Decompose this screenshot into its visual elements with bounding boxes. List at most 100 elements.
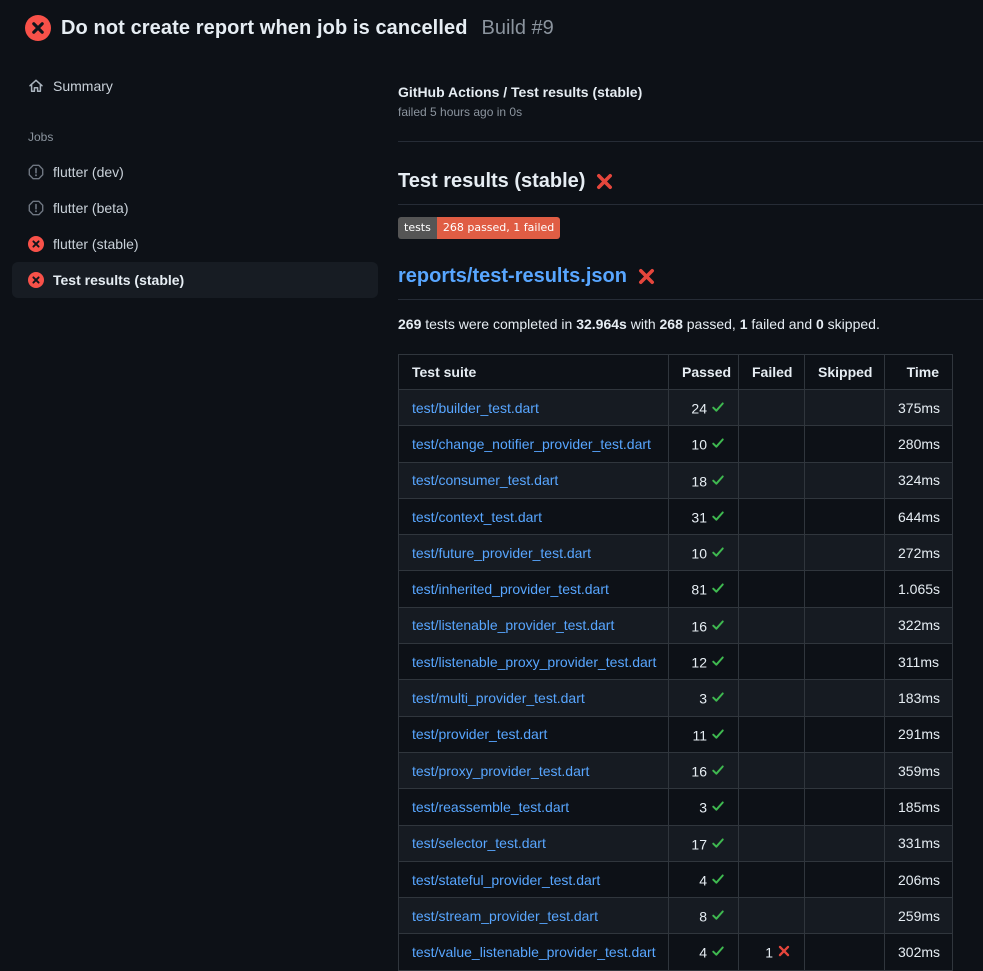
passed-value: 12 (691, 654, 707, 670)
time-cell: 291ms (885, 716, 953, 752)
suite-link[interactable]: test/inherited_provider_test.dart (412, 581, 609, 597)
check-icon (711, 618, 725, 632)
report-file-heading: reports/test-results.json (398, 263, 983, 300)
suite-cell: test/change_notifier_provider_test.dart (399, 426, 669, 462)
failed-circle-x-icon (28, 236, 44, 252)
suite-link[interactable]: test/multi_provider_test.dart (412, 690, 585, 706)
failed-cell (739, 680, 805, 716)
col-failed: Failed (739, 355, 805, 390)
badge-label: tests (398, 217, 437, 239)
check-icon (711, 690, 725, 704)
check-icon (711, 799, 725, 813)
cross-mark-icon (637, 267, 656, 286)
sidebar-item-flutter-stable[interactable]: flutter (stable) (12, 226, 378, 262)
table-row: test/future_provider_test.dart 10 272ms (399, 535, 953, 571)
summary-text: failed and (748, 316, 817, 332)
skipped-cell (805, 861, 885, 897)
table-row: test/consumer_test.dart 18 324ms (399, 462, 953, 498)
main-panel: GitHub Actions / Test results (stable) f… (390, 54, 983, 971)
failed-cell (739, 535, 805, 571)
skipped-cell (805, 752, 885, 788)
suite-link[interactable]: test/proxy_provider_test.dart (412, 763, 589, 779)
check-icon (711, 400, 725, 414)
stopped-octagon-icon (28, 200, 44, 216)
passed-value: 4 (699, 945, 707, 961)
passed-value: 16 (691, 618, 707, 634)
badge-value: 268 passed, 1 failed (437, 217, 560, 239)
skipped-cell (805, 607, 885, 643)
sidebar-item-label: Test results (stable) (53, 272, 184, 288)
page-title: Do not create report when job is cancell… (61, 17, 468, 40)
summary-text: with (627, 316, 660, 332)
summary-text: passed, (683, 316, 740, 332)
skipped-cell (805, 680, 885, 716)
suite-link[interactable]: test/future_provider_test.dart (412, 545, 591, 561)
passed-cell: 24 (669, 390, 739, 426)
sidebar-item-label: flutter (beta) (53, 200, 128, 216)
suite-link[interactable]: test/stream_provider_test.dart (412, 908, 598, 924)
suite-cell: test/builder_test.dart (399, 390, 669, 426)
sidebar-item-label: flutter (stable) (53, 236, 139, 252)
skipped-cell (805, 390, 885, 426)
summary-sentence: 269 tests were completed in 32.964s with… (398, 316, 983, 332)
total-count: 269 (398, 316, 421, 332)
suite-link[interactable]: test/stateful_provider_test.dart (412, 872, 600, 888)
suite-link[interactable]: test/reassemble_test.dart (412, 799, 569, 815)
suite-cell: test/future_provider_test.dart (399, 535, 669, 571)
passed-value: 10 (691, 545, 707, 561)
suite-cell: test/multi_provider_test.dart (399, 680, 669, 716)
col-passed: Passed (669, 355, 739, 390)
sidebar-item-summary[interactable]: Summary (12, 68, 378, 104)
suite-link[interactable]: test/provider_test.dart (412, 726, 547, 742)
time-cell: 324ms (885, 462, 953, 498)
check-breadcrumb: GitHub Actions / Test results (stable) (398, 84, 983, 100)
passed-value: 31 (691, 509, 707, 525)
suite-cell: test/consumer_test.dart (399, 462, 669, 498)
build-number: Build #9 (482, 17, 554, 40)
sidebar-item-flutter-beta[interactable]: flutter (beta) (12, 190, 378, 226)
check-icon (711, 545, 725, 559)
suite-cell: test/listenable_proxy_provider_test.dart (399, 644, 669, 680)
suite-link[interactable]: test/listenable_provider_test.dart (412, 617, 614, 633)
check-icon (711, 763, 725, 777)
failed-cell (739, 716, 805, 752)
table-row: test/provider_test.dart 11 291ms (399, 716, 953, 752)
passed-value: 3 (699, 691, 707, 707)
failed-cell (739, 752, 805, 788)
skipped-cell (805, 898, 885, 934)
passed-cell: 3 (669, 680, 739, 716)
sidebar-item-flutter-dev[interactable]: flutter (dev) (12, 154, 378, 190)
check-icon (711, 436, 725, 450)
check-icon (711, 836, 725, 850)
tests-badge: tests 268 passed, 1 failed (398, 217, 560, 239)
table-row: test/stream_provider_test.dart 8 259ms (399, 898, 953, 934)
report-file-link[interactable]: reports/test-results.json (398, 263, 627, 289)
time-cell: 259ms (885, 898, 953, 934)
suite-link[interactable]: test/context_test.dart (412, 509, 542, 525)
skipped-cell (805, 462, 885, 498)
passed-cell: 4 (669, 934, 739, 970)
failed-cell (739, 644, 805, 680)
suite-link[interactable]: test/consumer_test.dart (412, 472, 558, 488)
skipped-cell (805, 789, 885, 825)
check-icon (711, 908, 725, 922)
suite-link[interactable]: test/change_notifier_provider_test.dart (412, 436, 651, 452)
table-row: test/stateful_provider_test.dart 4 206ms (399, 861, 953, 897)
check-icon (711, 654, 725, 668)
passed-value: 4 (699, 872, 707, 888)
passed-value: 16 (691, 763, 707, 779)
home-icon (28, 78, 44, 94)
time-cell: 322ms (885, 607, 953, 643)
passed-cell: 81 (669, 571, 739, 607)
suite-link[interactable]: test/listenable_proxy_provider_test.dart (412, 654, 656, 670)
passed-cell: 16 (669, 752, 739, 788)
table-row: test/builder_test.dart 24 375ms (399, 390, 953, 426)
suite-link[interactable]: test/builder_test.dart (412, 400, 539, 416)
time-cell: 331ms (885, 825, 953, 861)
passed-cell: 18 (669, 462, 739, 498)
skipped-cell (805, 535, 885, 571)
sidebar-item-test-results-stable[interactable]: Test results (stable) (12, 262, 378, 298)
suite-link[interactable]: test/value_listenable_provider_test.dart (412, 944, 656, 960)
suite-link[interactable]: test/selector_test.dart (412, 835, 546, 851)
check-icon (711, 473, 725, 487)
